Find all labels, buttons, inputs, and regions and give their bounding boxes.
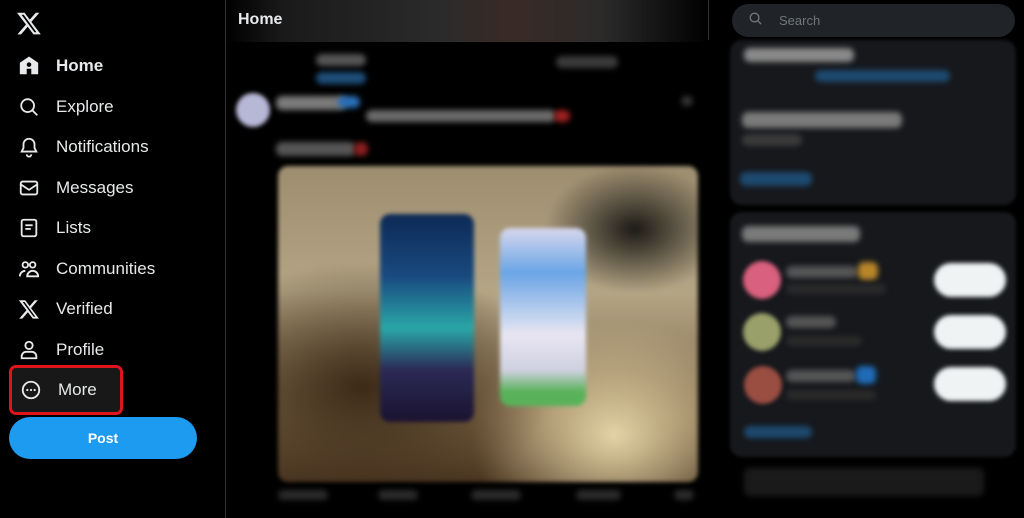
person-icon [18, 339, 40, 361]
suggestion-handle [786, 390, 876, 400]
post-image[interactable] [278, 166, 698, 482]
sidebar-item-verified[interactable]: Verified [10, 289, 113, 329]
feed-tab-blurred[interactable] [316, 54, 366, 66]
sidebar-item-explore[interactable]: Explore [10, 87, 114, 127]
post-text [276, 142, 356, 156]
search-input[interactable] [779, 13, 999, 28]
post-button[interactable]: Post [9, 417, 197, 459]
page-title: Home [238, 11, 283, 28]
sidebar-item-label: Profile [56, 340, 105, 359]
sidebar-item-profile[interactable]: Profile [10, 330, 104, 370]
suggestion-handle [786, 284, 886, 294]
sidebar-item-label: Communities [56, 259, 156, 278]
emoji [554, 110, 570, 122]
repost-button[interactable] [378, 490, 418, 500]
footer-links[interactable] [744, 468, 984, 496]
avatar[interactable] [743, 261, 781, 299]
card-text [742, 112, 902, 128]
home-icon [18, 55, 40, 77]
feed-tab-indicator [316, 72, 366, 84]
sidebar-item-label: Lists [56, 218, 91, 237]
suggestion-name[interactable] [786, 266, 858, 278]
card-title [744, 48, 854, 62]
follow-button[interactable] [934, 315, 1006, 349]
card-text [742, 134, 802, 146]
like-button[interactable] [471, 490, 521, 500]
sidebar-item-label: Notifications [56, 137, 149, 156]
show-more-link[interactable] [744, 426, 812, 438]
column-divider [708, 0, 709, 40]
search-icon [748, 11, 763, 31]
views-button[interactable] [576, 490, 621, 500]
follow-button[interactable] [934, 367, 1006, 401]
sidebar-item-lists[interactable]: Lists [10, 208, 91, 248]
emoji [354, 142, 368, 156]
bell-icon [18, 136, 40, 158]
verified-badge-icon [856, 366, 876, 384]
sidebar-item-more[interactable]: More [9, 365, 123, 415]
card-link[interactable] [815, 70, 950, 82]
reply-button[interactable] [278, 490, 328, 500]
verified-badge-icon [338, 96, 360, 108]
card-title [742, 226, 860, 242]
main-feed: Home [226, 0, 708, 518]
suggestion-name[interactable] [786, 316, 836, 328]
sidebar-item-communities[interactable]: Communities [10, 249, 155, 289]
post-text [366, 110, 556, 122]
feed-tab-blurred[interactable] [556, 56, 618, 68]
post-author-name[interactable] [276, 96, 346, 110]
follow-button[interactable] [934, 263, 1006, 297]
sidebar-item-label: Explore [56, 97, 114, 116]
share-button[interactable] [674, 490, 694, 500]
search-icon [18, 96, 40, 118]
suggestion-handle [786, 336, 862, 346]
avatar[interactable] [744, 366, 782, 404]
sidebar-item-messages[interactable]: Messages [10, 168, 133, 208]
sidebar-item-label: Verified [56, 299, 113, 318]
avatar[interactable] [236, 93, 270, 127]
people-icon [18, 258, 40, 280]
sidebar-item-label: More [58, 380, 97, 399]
sidebar-item-label: Messages [56, 178, 134, 197]
image-content [380, 214, 474, 422]
sidebar-item-notifications[interactable]: Notifications [10, 127, 149, 167]
more-circle-icon [20, 379, 42, 401]
card-link[interactable] [740, 172, 812, 186]
avatar[interactable] [743, 313, 781, 351]
sidebar: Home Explore Notifications Messages List… [0, 0, 225, 518]
sidebar-item-label: Home [56, 56, 104, 75]
x-logo-icon[interactable] [16, 10, 42, 36]
image-content [500, 228, 586, 406]
search-bar[interactable] [732, 4, 1015, 37]
sidebar-item-home[interactable]: Home [10, 46, 103, 86]
feed-header: Home [226, 0, 708, 42]
more-options-icon[interactable] [681, 96, 693, 106]
envelope-icon [18, 177, 40, 199]
list-icon [18, 217, 40, 239]
x-logo-icon [18, 298, 40, 320]
verified-badge-icon [858, 262, 878, 280]
suggestion-name[interactable] [786, 370, 856, 382]
